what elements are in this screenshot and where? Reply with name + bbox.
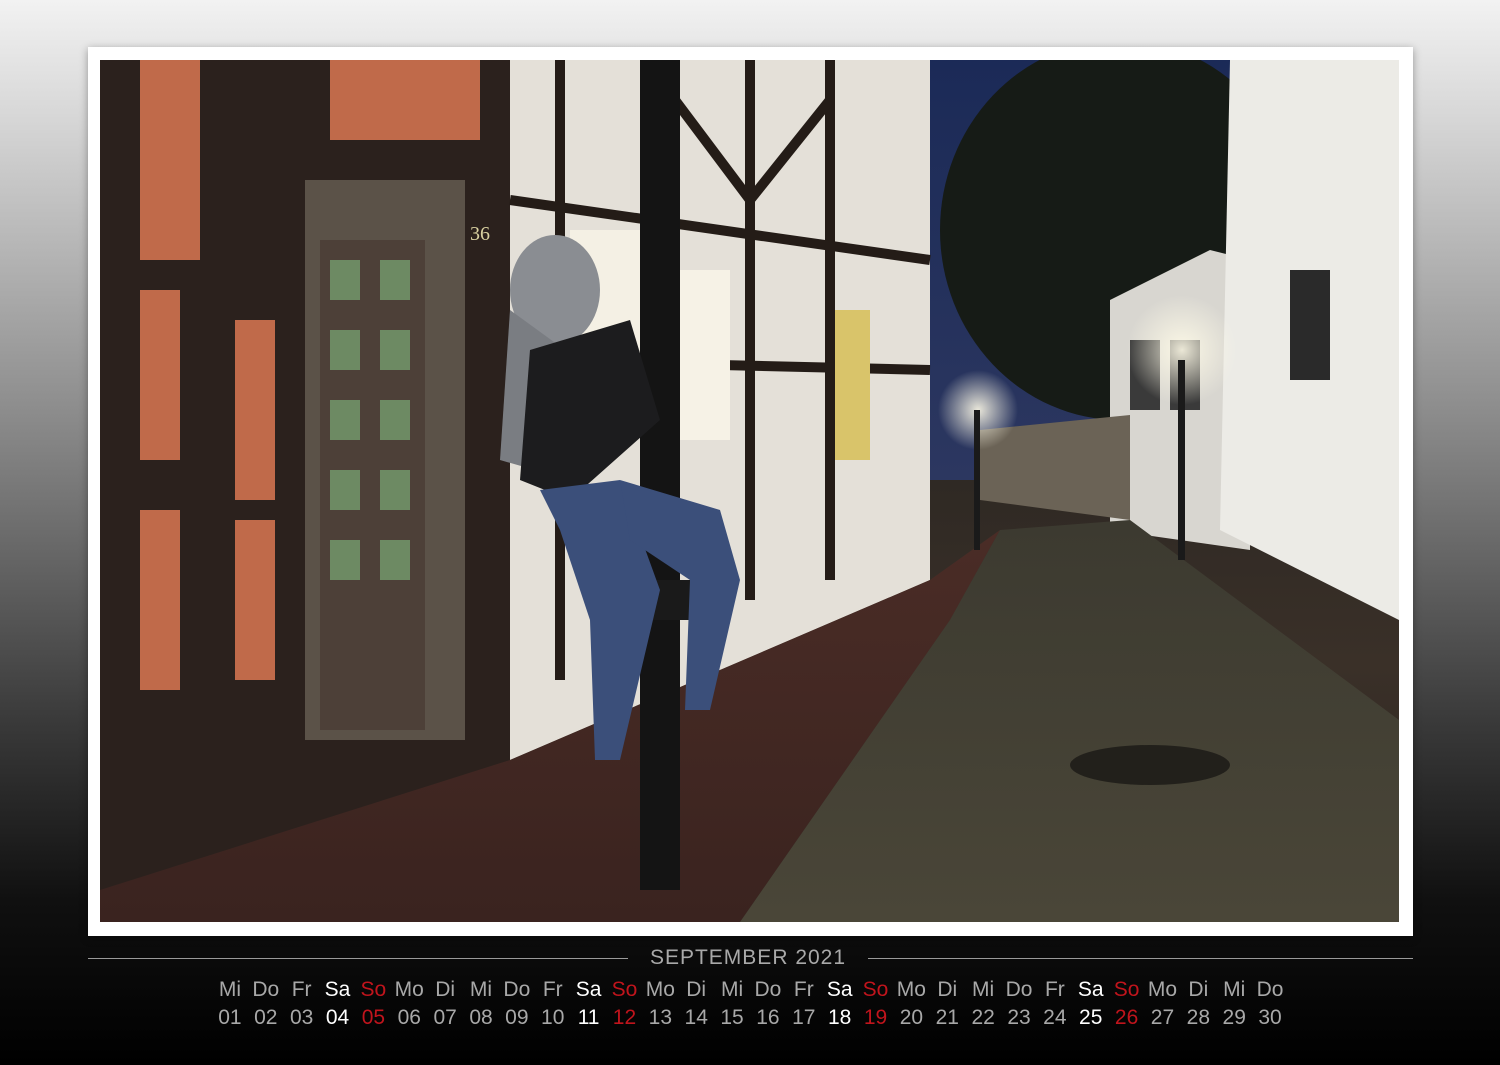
- weekday-label: Do: [1005, 978, 1033, 1001]
- month-rule-right: [868, 958, 1413, 959]
- day-number: 27: [1150, 1006, 1175, 1029]
- day-number: 03: [289, 1006, 314, 1029]
- day-number: 19: [863, 1006, 888, 1029]
- day-number: 18: [827, 1006, 852, 1029]
- day-number: 25: [1079, 1006, 1103, 1029]
- day-number: 02: [254, 1006, 278, 1029]
- day-number: 22: [971, 1006, 995, 1029]
- calendar-photo: 36: [100, 60, 1399, 922]
- weekday-label: Fr: [542, 978, 563, 1001]
- day-number: 20: [899, 1006, 924, 1029]
- weekday-label: Mi: [218, 978, 242, 1001]
- weekday-label: Mi: [720, 978, 744, 1001]
- day-number: 05: [361, 1006, 386, 1029]
- day-number: 29: [1222, 1006, 1246, 1029]
- day-number: 14: [684, 1006, 708, 1029]
- weekday-label: Di: [435, 978, 456, 1001]
- weekday-label: Do: [503, 978, 531, 1001]
- weekday-label: Mo: [896, 978, 926, 1001]
- weekday-label: Di: [1188, 978, 1209, 1001]
- weekday-label: Sa: [826, 978, 853, 1001]
- weekday-label: Fr: [1044, 978, 1065, 1001]
- weekday-label: Sa: [575, 978, 602, 1001]
- weekday-label: Do: [252, 978, 280, 1001]
- day-number: 13: [648, 1006, 672, 1029]
- weekday-label: Di: [686, 978, 707, 1001]
- day-number: 26: [1114, 1006, 1139, 1029]
- month-rule-left: [88, 958, 628, 959]
- month-title: SEPTEMBER 2021: [649, 946, 847, 969]
- day-number: 09: [505, 1006, 529, 1029]
- weekday-label: Mo: [394, 978, 424, 1001]
- day-number: 12: [612, 1006, 637, 1029]
- day-number: 16: [756, 1006, 780, 1029]
- photo-frame: 36: [88, 47, 1413, 936]
- weekday-label: Mi: [1223, 978, 1246, 1001]
- weekday-label: So: [1113, 978, 1140, 1001]
- house-number: 36: [470, 223, 490, 245]
- day-number: 15: [720, 1006, 744, 1029]
- day-number: 07: [433, 1006, 457, 1029]
- weekday-label: Di: [937, 978, 958, 1001]
- weekday-label: Fr: [291, 978, 312, 1001]
- day-number: 21: [935, 1006, 959, 1029]
- weekday-label: Mi: [469, 978, 493, 1001]
- weekday-label: So: [611, 978, 638, 1001]
- day-number: 06: [397, 1006, 421, 1029]
- weekday-label: Sa: [1077, 978, 1104, 1001]
- weekday-label: Mo: [645, 978, 675, 1001]
- day-number: 23: [1007, 1006, 1031, 1029]
- weekday-label: Mi: [972, 978, 995, 1001]
- day-number: 10: [541, 1006, 565, 1029]
- weekday-label: So: [862, 978, 889, 1001]
- weekday-label: Do: [1256, 978, 1284, 1001]
- day-number: 04: [325, 1006, 350, 1029]
- weekday-label: Do: [754, 978, 782, 1001]
- day-number: 01: [218, 1006, 242, 1029]
- day-number: 17: [792, 1006, 816, 1029]
- weekday-label: Sa: [324, 978, 351, 1001]
- weekday-label: Mo: [1147, 978, 1178, 1001]
- calendar-grid: Mi Do Fr Sa So Mo Di Mi Do Fr Sa So Mo Di Mi Do Fr Sa So Mo…: [212, 976, 1288, 1032]
- day-number: 08: [469, 1006, 493, 1029]
- weekday-label: Fr: [793, 978, 814, 1001]
- day-number: 11: [577, 1006, 600, 1029]
- weekday-label: So: [360, 978, 387, 1001]
- night-street-scene: 36: [100, 60, 1399, 922]
- day-number: 24: [1043, 1006, 1067, 1029]
- day-number: 28: [1186, 1006, 1210, 1029]
- day-number: 30: [1258, 1006, 1282, 1029]
